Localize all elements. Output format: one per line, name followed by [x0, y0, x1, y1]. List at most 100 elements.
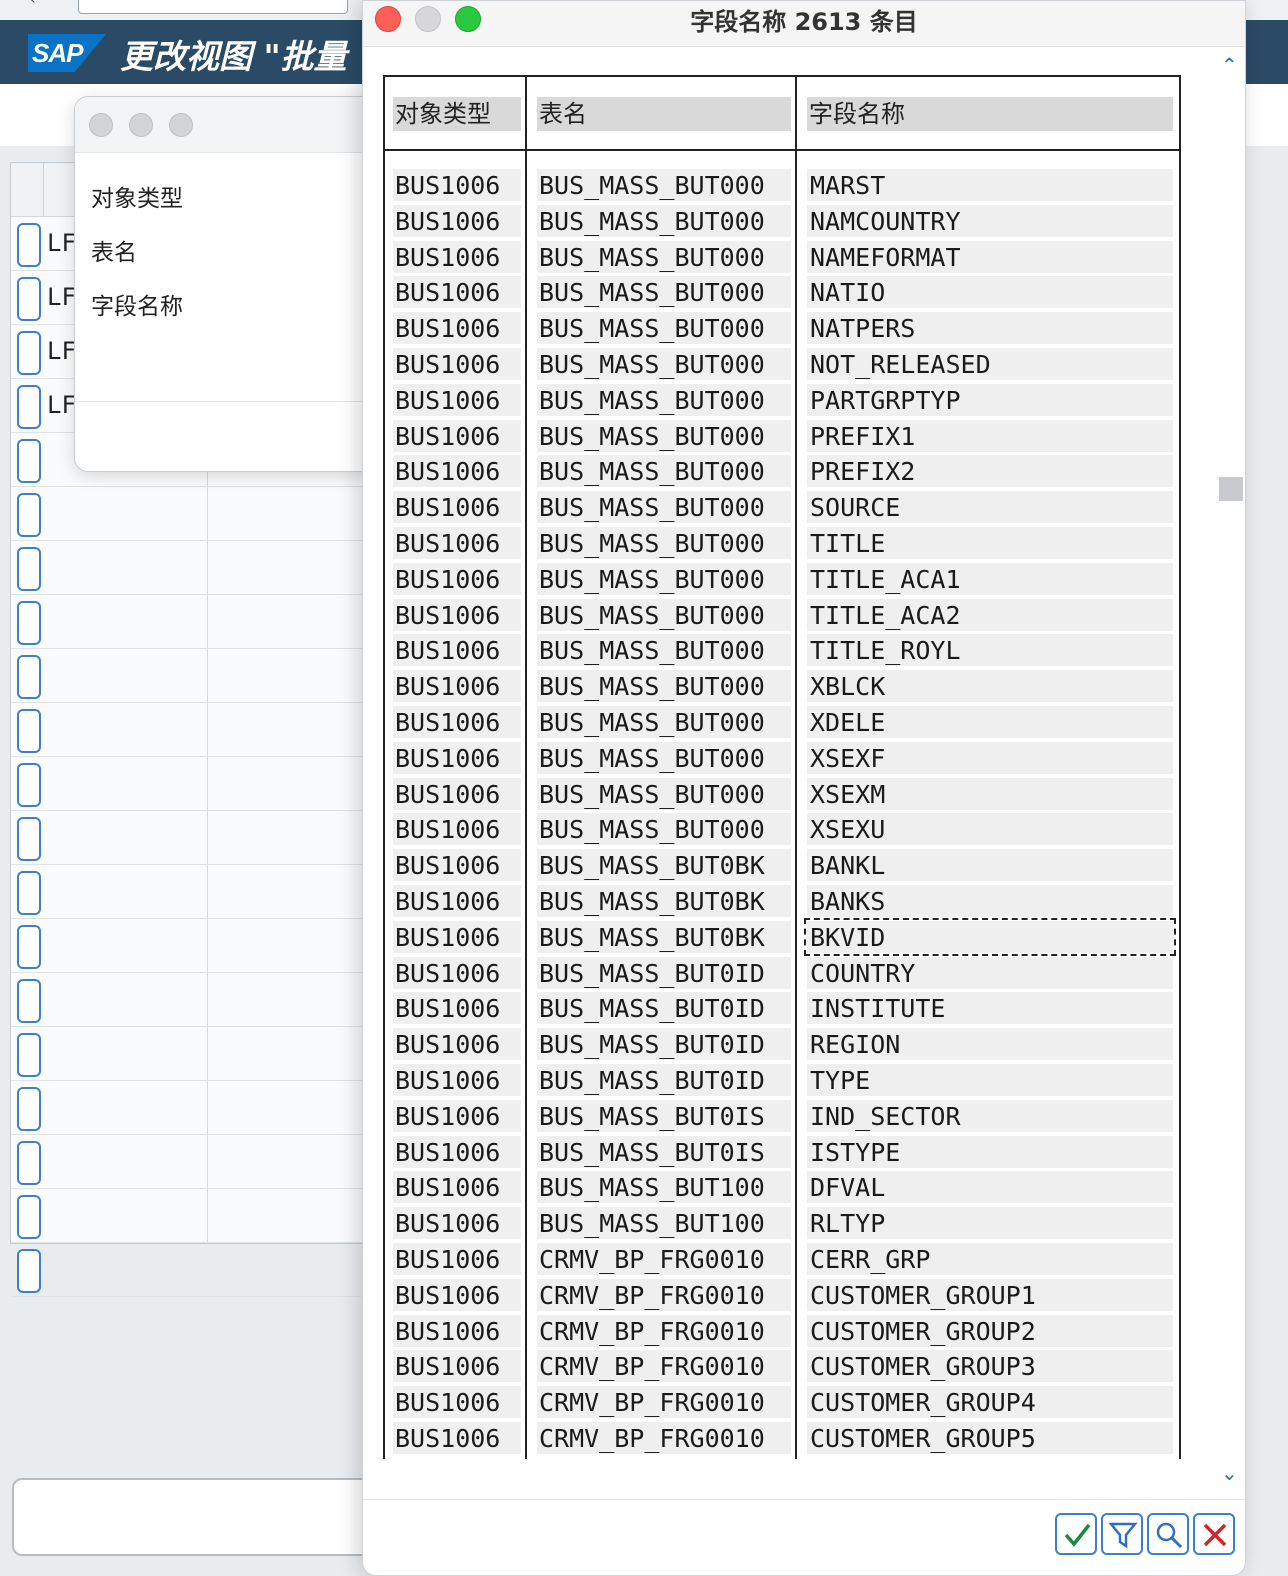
- cell-field-name[interactable]: RLTYP: [807, 1207, 1173, 1240]
- cell-table-name[interactable]: BUS_MASS_BUT000: [537, 777, 791, 810]
- row-select-checkbox[interactable]: [17, 223, 41, 267]
- cell-object-type[interactable]: BUS1006: [393, 312, 521, 345]
- cell-table-name[interactable]: BUS_MASS_BUT000: [537, 562, 791, 595]
- cell-object-type[interactable]: BUS1006: [393, 562, 521, 595]
- back-arrow-icon[interactable]: ‹: [30, 0, 36, 8]
- cell-object-type[interactable]: BUS1006: [393, 527, 521, 559]
- cell-table-name[interactable]: BUS_MASS_BUT000: [537, 383, 791, 416]
- table-row[interactable]: BUS1006 BUS_MASS_BUT000 PREFIX2: [385, 453, 1179, 489]
- table-row[interactable]: BUS1006 BUS_MASS_BUT000 NATPERS: [385, 310, 1179, 346]
- cell-field-name[interactable]: MARST: [807, 169, 1173, 201]
- cell-object-type[interactable]: BUS1006: [393, 920, 521, 953]
- row-select-checkbox[interactable]: [17, 1195, 41, 1239]
- table-row[interactable]: BUS1006 CRMV_BP_FRG0010 CERR_GRP: [385, 1241, 1179, 1277]
- table-row[interactable]: BUS1006 BUS_MASS_BUT0IS IND_SECTOR: [385, 1098, 1179, 1134]
- table-row[interactable]: BUS1006 BUS_MASS_BUT0BK BKVID: [385, 917, 1179, 956]
- cell-table-name[interactable]: BUS_MASS_BUT100: [537, 1171, 791, 1204]
- confirm-button[interactable]: [1055, 1513, 1097, 1555]
- cell-table-name[interactable]: BUS_MASS_BUT000: [537, 741, 791, 774]
- cell-object-type[interactable]: BUS1006: [393, 455, 521, 488]
- cell-table-name[interactable]: BUS_MASS_BUT0BK: [537, 920, 791, 953]
- cell-table-name[interactable]: BUS_MASS_BUT000: [537, 634, 791, 667]
- cell-field-name[interactable]: ISTYPE: [807, 1135, 1173, 1168]
- table-row[interactable]: BUS1006 BUS_MASS_BUT000 PARTGRPTYP: [385, 382, 1179, 418]
- column-header-object-type[interactable]: 对象类型: [393, 97, 521, 131]
- cell-field-name[interactable]: PREFIX1: [807, 419, 1173, 452]
- cell-object-type[interactable]: BUS1006: [393, 1243, 521, 1275]
- table-row[interactable]: BUS1006 BUS_MASS_BUT000 XSEXU: [385, 811, 1179, 847]
- cell-field-name[interactable]: PARTGRPTYP: [807, 383, 1173, 416]
- table-row[interactable]: BUS1006 CRMV_BP_FRG0010 CUSTOMER_GROUP1: [385, 1277, 1179, 1313]
- window-close-icon[interactable]: [89, 113, 113, 137]
- cell-table-name[interactable]: BUS_MASS_BUT0ID: [537, 1064, 791, 1096]
- cell-object-type[interactable]: BUS1006: [393, 491, 521, 524]
- table-row[interactable]: BUS1006 BUS_MASS_BUT000 XBLCK: [385, 668, 1179, 704]
- cell-object-type[interactable]: BUS1006: [393, 169, 521, 201]
- cell-object-type[interactable]: BUS1006: [393, 419, 521, 452]
- cell-field-name[interactable]: NAMEFORMAT: [807, 240, 1173, 273]
- cell-table-name[interactable]: BUS_MASS_BUT000: [537, 813, 791, 846]
- table-row[interactable]: BUS1006 BUS_MASS_BUT0ID COUNTRY: [385, 955, 1179, 991]
- cell-table-name[interactable]: BUS_MASS_BUT0IS: [537, 1135, 791, 1168]
- table-row[interactable]: BUS1006 BUS_MASS_BUT000 XSEXF: [385, 740, 1179, 776]
- cell-object-type[interactable]: BUS1006: [393, 348, 521, 380]
- cell-object-type[interactable]: BUS1006: [393, 1207, 521, 1240]
- row-select-checkbox[interactable]: [17, 655, 41, 699]
- row-select-checkbox[interactable]: [17, 1141, 41, 1185]
- table-row[interactable]: BUS1006 BUS_MASS_BUT000 MARST: [385, 167, 1179, 203]
- cell-field-name[interactable]: IND_SECTOR: [807, 1099, 1173, 1132]
- cell-field-name[interactable]: INSTITUTE: [807, 992, 1173, 1025]
- row-select-checkbox[interactable]: [17, 493, 41, 537]
- cell-field-name[interactable]: CUSTOMER_GROUP3: [807, 1350, 1173, 1383]
- cell-field-name[interactable]: REGION: [807, 1028, 1173, 1061]
- cell-field-name[interactable]: BKVID: [804, 917, 1176, 956]
- table-row[interactable]: BUS1006 BUS_MASS_BUT000 TITLE_ACA1: [385, 561, 1179, 597]
- row-select-checkbox[interactable]: [17, 871, 41, 915]
- cell-field-name[interactable]: TITLE_ACA1: [807, 562, 1173, 595]
- table-row[interactable]: BUS1006 BUS_MASS_BUT000 TITLE: [385, 525, 1179, 561]
- row-select-checkbox[interactable]: [17, 817, 41, 861]
- table-row[interactable]: BUS1006 BUS_MASS_BUT000 NAMCOUNTRY: [385, 203, 1179, 239]
- cell-object-type[interactable]: BUS1006: [393, 204, 521, 237]
- cell-field-name[interactable]: CUSTOMER_GROUP5: [807, 1422, 1173, 1454]
- cancel-button[interactable]: [1193, 1513, 1235, 1555]
- table-row[interactable]: BUS1006 BUS_MASS_BUT0BK BANKL: [385, 847, 1179, 883]
- table-row[interactable]: BUS1006 CRMV_BP_FRG0010 CUSTOMER_GROUP3: [385, 1348, 1179, 1384]
- cell-field-name[interactable]: CUSTOMER_GROUP4: [807, 1386, 1173, 1419]
- cell-object-type[interactable]: BUS1006: [393, 1350, 521, 1383]
- table-row[interactable]: BUS1006 BUS_MASS_BUT0IS ISTYPE: [385, 1134, 1179, 1170]
- table-row[interactable]: BUS1006 BUS_MASS_BUT0BK BANKS: [385, 883, 1179, 919]
- cell-field-name[interactable]: XSEXU: [807, 813, 1173, 846]
- cell-field-name[interactable]: XBLCK: [807, 670, 1173, 703]
- cell-table-name[interactable]: BUS_MASS_BUT000: [537, 348, 791, 380]
- cell-object-type[interactable]: BUS1006: [393, 240, 521, 273]
- cell-table-name[interactable]: BUS_MASS_BUT000: [537, 527, 791, 559]
- cell-object-type[interactable]: BUS1006: [393, 813, 521, 846]
- table-row[interactable]: BUS1006 BUS_MASS_BUT100 DFVAL: [385, 1169, 1179, 1205]
- row-select-checkbox[interactable]: [17, 763, 41, 807]
- table-row[interactable]: BUS1006 BUS_MASS_BUT000 NATIO: [385, 274, 1179, 310]
- cell-table-name[interactable]: BUS_MASS_BUT000: [537, 276, 791, 309]
- cell-table-name[interactable]: BUS_MASS_BUT0BK: [537, 849, 791, 882]
- table-row[interactable]: BUS1006 BUS_MASS_BUT0ID REGION: [385, 1026, 1179, 1062]
- cell-field-name[interactable]: XSEXM: [807, 777, 1173, 810]
- cell-table-name[interactable]: BUS_MASS_BUT0IS: [537, 1099, 791, 1132]
- row-select-checkbox[interactable]: [17, 385, 41, 429]
- cell-object-type[interactable]: BUS1006: [393, 777, 521, 810]
- table-row[interactable]: BUS1006 BUS_MASS_BUT000 NAMEFORMAT: [385, 239, 1179, 275]
- row-select-checkbox[interactable]: [17, 547, 41, 591]
- table-row[interactable]: BUS1006 BUS_MASS_BUT000 PREFIX1: [385, 418, 1179, 454]
- cell-table-name[interactable]: BUS_MASS_BUT0BK: [537, 885, 791, 917]
- cell-object-type[interactable]: BUS1006: [393, 741, 521, 774]
- cell-object-type[interactable]: BUS1006: [393, 885, 521, 917]
- cell-table-name[interactable]: BUS_MASS_BUT000: [537, 491, 791, 524]
- cell-table-name[interactable]: BUS_MASS_BUT000: [537, 204, 791, 237]
- cell-table-name[interactable]: BUS_MASS_BUT000: [537, 419, 791, 452]
- table-row[interactable]: BUS1006 BUS_MASS_BUT100 RLTYP: [385, 1205, 1179, 1241]
- row-select-checkbox[interactable]: [17, 1249, 41, 1293]
- row-select-checkbox[interactable]: [17, 439, 41, 483]
- row-select-checkbox[interactable]: [17, 331, 41, 375]
- cell-object-type[interactable]: BUS1006: [393, 1386, 521, 1419]
- column-header-table-name[interactable]: 表名: [537, 97, 791, 131]
- cell-field-name[interactable]: TITLE_ROYL: [807, 634, 1173, 667]
